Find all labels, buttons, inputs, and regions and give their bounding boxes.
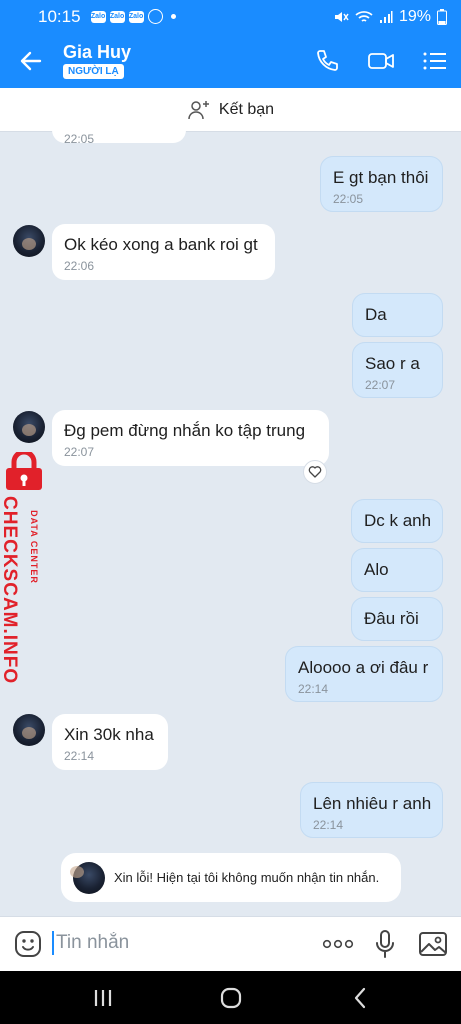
messenger-notification-icon [147,9,163,24]
message-composer [0,916,461,971]
message-time: 22:07 [64,445,95,459]
stranger-badge: NGƯỜI LẠ [63,64,124,79]
message-text: E gt bạn thôi [333,168,429,187]
message-bubble-incoming[interactable]: Ok kéo xong a bank roi gt 22:06 [52,224,275,280]
message-text: Da [365,305,387,324]
home-icon[interactable] [218,985,244,1011]
message-input[interactable] [56,927,306,959]
message-bubble-incoming[interactable]: 22:05 [52,112,186,146]
back-nav-icon[interactable] [348,985,374,1011]
microphone-icon[interactable] [374,929,396,959]
more-options-icon[interactable] [322,939,354,949]
message-bubble-outgoing[interactable]: Aloooo a ơi đâu r 22:14 [285,646,443,702]
contact-avatar [73,861,105,894]
watermark-title: CHECKSCAM.INFO [0,496,20,685]
phone-call-icon[interactable] [312,46,342,76]
emoji-sticker-icon[interactable] [14,930,42,958]
message-bubble-outgoing[interactable]: Đâu rồi [351,597,443,641]
message-text: Ok kéo xong a bank roi gt [64,235,258,254]
checkscam-watermark: DATA CENTER CHECKSCAM.INFO [0,452,52,685]
heart-icon [308,466,322,478]
menu-list-icon[interactable] [420,46,450,76]
contact-avatar[interactable] [13,225,45,257]
text-cursor [52,931,54,955]
message-time: 22:05 [64,132,95,146]
message-text: Alo [364,560,389,579]
message-bubble-outgoing[interactable]: Dc k anh [351,499,443,543]
recent-apps-icon[interactable] [90,985,116,1011]
auto-reply-notice: Xin lỗi! Hiện tại tôi không muốn nhận ti… [61,853,401,902]
message-bubble-outgoing[interactable]: E gt bạn thôi 22:05 [320,156,443,212]
contact-avatar[interactable] [13,714,45,746]
zalo-notification-icon: Zalo [109,10,125,23]
message-time: 22:14 [313,818,344,832]
battery-icon [437,8,447,25]
message-time: 22:07 [365,378,396,392]
lock-icon [6,452,42,490]
signal-icon [379,10,393,23]
react-heart-button[interactable] [303,460,327,484]
notice-text: Xin lỗi! Hiện tại tôi không muốn nhận ti… [114,870,380,885]
zalo-notification-icon: Zalo [90,10,106,23]
add-friend-icon [188,100,209,119]
message-time: 22:14 [298,682,329,696]
message-bubble-incoming[interactable]: Xin 30k nha 22:14 [52,714,168,770]
battery-percent: 19% [398,7,431,25]
message-text: Sao r a [365,354,420,373]
chat-header: Gia Huy NGƯỜI LẠ [0,33,461,88]
message-bubble-outgoing[interactable]: Lên nhiêu r anh 22:14 [300,782,443,838]
message-text: Lên nhiêu r anh [313,794,432,813]
contact-name[interactable]: Gia Huy [63,42,131,63]
message-bubble-incoming[interactable]: Đg pem đừng nhắn ko tập trung 22:07 [52,410,329,466]
more-notifications-dot [170,14,176,19]
message-text: Đâu rồi [364,609,419,628]
message-time: 22:06 [64,259,95,273]
message-time: 22:14 [64,749,95,763]
image-picker-icon[interactable] [418,930,448,958]
message-text: Dc k anh [364,511,432,530]
contact-avatar[interactable] [13,411,45,443]
message-time: 22:05 [333,192,364,206]
message-bubble-outgoing[interactable]: Alo [351,548,443,592]
system-navigation-bar [0,971,461,1024]
back-arrow-icon[interactable] [18,48,44,74]
message-bubble-outgoing[interactable]: Sao r a 22:07 [352,342,443,398]
video-call-icon[interactable] [366,46,396,76]
message-text: Aloooo a ơi đâu r [298,658,429,677]
watermark-subtitle: DATA CENTER [29,510,39,584]
message-text: Đg pem đừng nhắn ko tập trung [64,421,306,440]
mute-icon [334,11,349,22]
add-friend-label: Kết bạn [218,100,275,118]
status-bar: 10:15 Zalo Zalo Zalo 19% [0,0,461,33]
message-text: Xin 30k nha [64,725,154,744]
zalo-notification-icon: Zalo [128,10,144,23]
status-time: 10:15 [38,6,81,26]
wifi-icon [355,10,373,22]
message-bubble-outgoing[interactable]: Da [352,293,443,337]
